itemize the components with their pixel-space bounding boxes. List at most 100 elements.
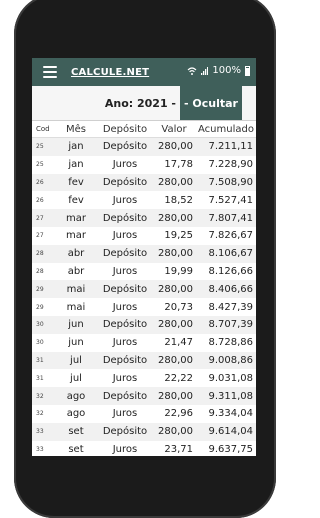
row-type: Depósito bbox=[98, 280, 152, 299]
app-bar: CALCULE.NET 100% bbox=[32, 58, 256, 86]
row-type: Juros bbox=[112, 443, 138, 455]
row-cod: 31 bbox=[32, 351, 54, 370]
table-row: 31 jul Depósito 280,00 9.008,86 bbox=[32, 351, 256, 370]
row-type: Juros bbox=[112, 301, 138, 313]
row-type: Depósito bbox=[98, 315, 152, 334]
row-value: 23,71 bbox=[164, 443, 193, 455]
row-month: abr bbox=[67, 265, 85, 277]
row-month: mar bbox=[66, 230, 86, 242]
app-title[interactable]: CALCULE.NET bbox=[71, 67, 149, 78]
row-accumulated: 7.211,11 bbox=[196, 137, 256, 156]
row-month: mar bbox=[54, 209, 98, 227]
row-month: set bbox=[54, 422, 98, 441]
row-value: 280,00 bbox=[152, 280, 196, 299]
row-month: jan bbox=[68, 159, 84, 171]
row-value: 280,00 bbox=[152, 137, 196, 156]
table-row: 32 ago Juros 22,96 9.334,04 bbox=[32, 405, 256, 423]
row-accumulated: 7.228,90 bbox=[208, 159, 253, 171]
row-cod: 26 bbox=[36, 196, 44, 204]
row-accumulated: 8.126,66 bbox=[208, 265, 253, 277]
row-value: 22,22 bbox=[164, 372, 193, 384]
table-row: 25 jan Depósito 280,00 7.211,11 bbox=[32, 137, 256, 156]
row-value: 280,00 bbox=[152, 209, 196, 227]
status-bar: 100% bbox=[187, 65, 250, 76]
row-month: mai bbox=[66, 301, 86, 313]
row-cod: 33 bbox=[32, 422, 54, 441]
row-cod: 28 bbox=[32, 244, 54, 263]
row-type: Depósito bbox=[98, 209, 152, 227]
table-row: 32 ago Depósito 280,00 9.311,08 bbox=[32, 387, 256, 405]
row-type: Depósito bbox=[98, 173, 152, 192]
row-value: 19,99 bbox=[164, 265, 193, 277]
menu-icon[interactable] bbox=[43, 63, 57, 81]
row-accumulated: 8.707,39 bbox=[196, 315, 256, 334]
row-cod: 30 bbox=[32, 315, 54, 334]
row-cod: 25 bbox=[36, 161, 44, 169]
row-value: 19,25 bbox=[164, 230, 193, 242]
row-accumulated: 8.106,67 bbox=[196, 244, 256, 263]
row-value: 18,52 bbox=[164, 194, 193, 206]
row-accumulated: 8.427,39 bbox=[208, 301, 253, 313]
row-month: jul bbox=[70, 372, 82, 384]
row-type: Depósito bbox=[98, 422, 152, 441]
row-value: 280,00 bbox=[152, 244, 196, 263]
table-row: 27 mar Juros 19,25 7.826,67 bbox=[32, 227, 256, 245]
year-header: Ano: 2021 - - Ocultar bbox=[32, 86, 256, 121]
table-row: 33 set Depósito 280,00 9.614,04 bbox=[32, 422, 256, 441]
table-row: 33 set Juros 23,71 9.637,75 bbox=[32, 441, 256, 456]
row-type: Depósito bbox=[98, 387, 152, 405]
table-body: 25 jan Depósito 280,00 7.211,11 25 jan Juros 17,… bbox=[32, 137, 256, 457]
row-cod: 33 bbox=[36, 445, 44, 453]
row-value: 20,73 bbox=[164, 301, 193, 313]
row-cod: 32 bbox=[36, 410, 44, 418]
row-value: 22,96 bbox=[164, 408, 193, 420]
row-cod: 29 bbox=[32, 280, 54, 299]
row-type: Juros bbox=[112, 372, 138, 384]
table-row: 29 mai Depósito 280,00 8.406,66 bbox=[32, 280, 256, 299]
hide-button[interactable]: - Ocultar bbox=[180, 86, 242, 120]
column-header-cod: Cod bbox=[32, 121, 54, 138]
row-cod: 31 bbox=[36, 374, 44, 382]
row-type: Juros bbox=[112, 230, 138, 242]
wifi-icon bbox=[187, 66, 197, 75]
row-month: abr bbox=[54, 244, 98, 263]
row-accumulated: 7.527,41 bbox=[208, 194, 253, 206]
row-month: jul bbox=[54, 351, 98, 370]
row-type: Juros bbox=[112, 194, 138, 206]
row-accumulated: 7.807,41 bbox=[196, 209, 256, 227]
row-type: Juros bbox=[112, 337, 138, 349]
battery-icon bbox=[245, 65, 250, 76]
row-type: Depósito bbox=[98, 137, 152, 156]
table-row: 25 jan Juros 17,78 7.228,90 bbox=[32, 156, 256, 174]
row-accumulated: 9.031,08 bbox=[208, 372, 253, 384]
row-type: Juros bbox=[112, 408, 138, 420]
row-value: 17,78 bbox=[164, 159, 193, 171]
row-month: jun bbox=[68, 337, 84, 349]
row-cod: 27 bbox=[32, 209, 54, 227]
row-accumulated: 9.334,04 bbox=[208, 408, 253, 420]
row-value: 280,00 bbox=[152, 351, 196, 370]
row-type: Juros bbox=[112, 159, 138, 171]
row-type: Depósito bbox=[98, 244, 152, 263]
table-row: 28 abr Depósito 280,00 8.106,67 bbox=[32, 244, 256, 263]
app-screen: CALCULE.NET 100% Ano: 2021 - - Ocultar C… bbox=[32, 58, 256, 456]
row-type: Depósito bbox=[98, 351, 152, 370]
row-month: fev bbox=[54, 173, 98, 192]
row-value: 280,00 bbox=[152, 422, 196, 441]
table-row: 28 abr Juros 19,99 8.126,66 bbox=[32, 263, 256, 281]
column-header-valor: Valor bbox=[152, 121, 196, 138]
table-row: 27 mar Depósito 280,00 7.807,41 bbox=[32, 209, 256, 227]
year-label: Ano: 2021 - bbox=[104, 96, 176, 110]
row-accumulated: 8.406,66 bbox=[196, 280, 256, 299]
deposits-table: Cod Mês Depósito Valor Acumulado 25 jan De… bbox=[32, 121, 256, 456]
row-value: 280,00 bbox=[152, 315, 196, 334]
row-value: 280,00 bbox=[152, 173, 196, 192]
column-header-deposito: Depósito bbox=[98, 121, 152, 138]
row-value: 21,47 bbox=[164, 337, 193, 349]
row-accumulated: 9.637,75 bbox=[208, 443, 253, 455]
table-row: 29 mai Juros 20,73 8.427,39 bbox=[32, 298, 256, 316]
table-row: 30 jun Depósito 280,00 8.707,39 bbox=[32, 315, 256, 334]
row-accumulated: 7.508,90 bbox=[196, 173, 256, 192]
row-cod: 27 bbox=[36, 232, 44, 240]
row-cod: 28 bbox=[36, 267, 44, 275]
